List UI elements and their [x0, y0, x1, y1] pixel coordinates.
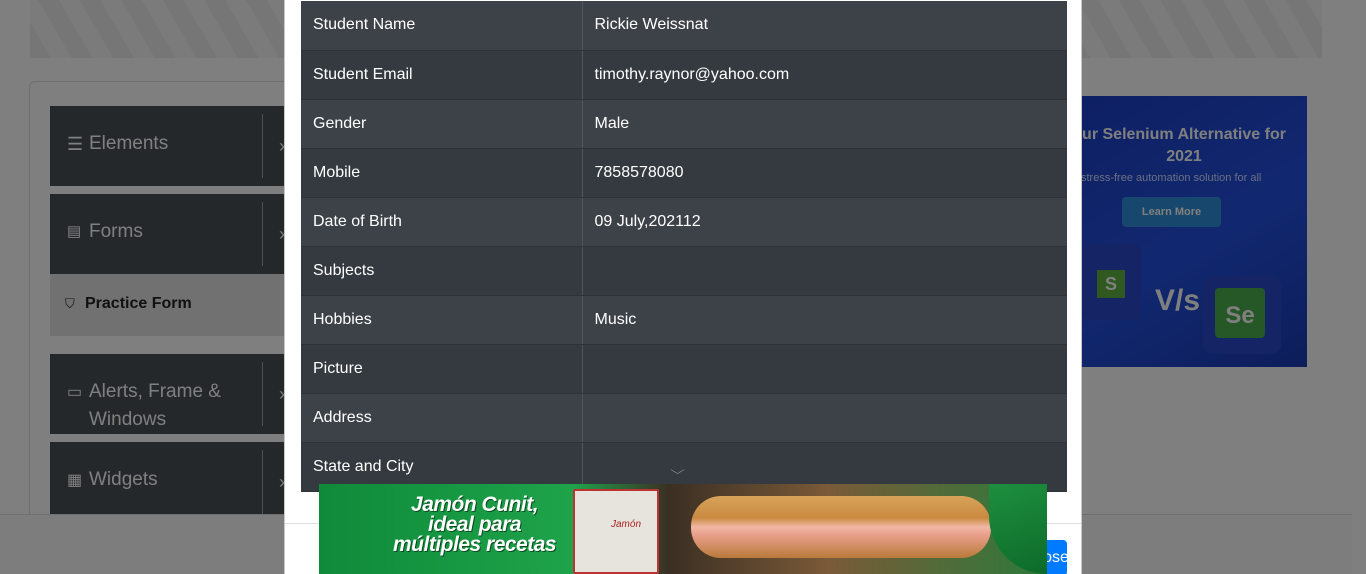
sandwich-image [691, 496, 991, 558]
table-row: Hobbies Music [301, 295, 1067, 345]
table-row: Mobile 7858578080 [301, 148, 1067, 198]
pack-label: Jamón [611, 519, 642, 530]
row-value [582, 344, 1067, 394]
row-value: Male [582, 99, 1067, 149]
ad-headline: Jamón Cunit, ideal para múltiples receta… [393, 493, 557, 556]
table-row: Student Email timothy.raynor@yahoo.com [301, 50, 1067, 100]
submission-table: Student Name Rickie Weissnat Student Email… [301, 1, 1067, 492]
table-row: Picture [301, 344, 1067, 394]
ham-package-image: Jamón [573, 489, 659, 574]
ad-banner-bottom[interactable]: Jamón Cunit, ideal para múltiples receta… [319, 484, 1047, 574]
table-row: Student Name Rickie Weissnat [301, 1, 1067, 51]
table-row: Address [301, 393, 1067, 443]
ad-line: Jamón Cunit, [411, 493, 539, 516]
row-label: Subjects [301, 246, 583, 296]
row-label: Student Email [301, 50, 583, 100]
table-row: Gender Male [301, 99, 1067, 149]
row-label: Address [301, 393, 583, 443]
ad-line: múltiples recetas [393, 533, 557, 556]
row-value: 7858578080 [582, 148, 1067, 198]
row-label: Mobile [301, 148, 583, 198]
leaf-decoration [989, 484, 1047, 574]
row-value [582, 393, 1067, 443]
row-label: Gender [301, 99, 583, 149]
row-value: Music [582, 295, 1067, 345]
chevron-down-icon: ⌵ [670, 463, 685, 477]
row-label: Student Name [301, 1, 583, 51]
row-label: Date of Birth [301, 197, 583, 247]
table-row: Date of Birth 09 July,202112 [301, 197, 1067, 247]
row-value: timothy.raynor@yahoo.com [582, 50, 1067, 100]
row-value [582, 246, 1067, 296]
row-label: Picture [301, 344, 583, 394]
row-value: Rickie Weissnat [582, 1, 1067, 51]
row-label: Hobbies [301, 295, 583, 345]
row-value: 09 July,202112 [582, 197, 1067, 247]
ad-line: ideal para [428, 513, 522, 536]
table-row: Subjects [301, 246, 1067, 296]
